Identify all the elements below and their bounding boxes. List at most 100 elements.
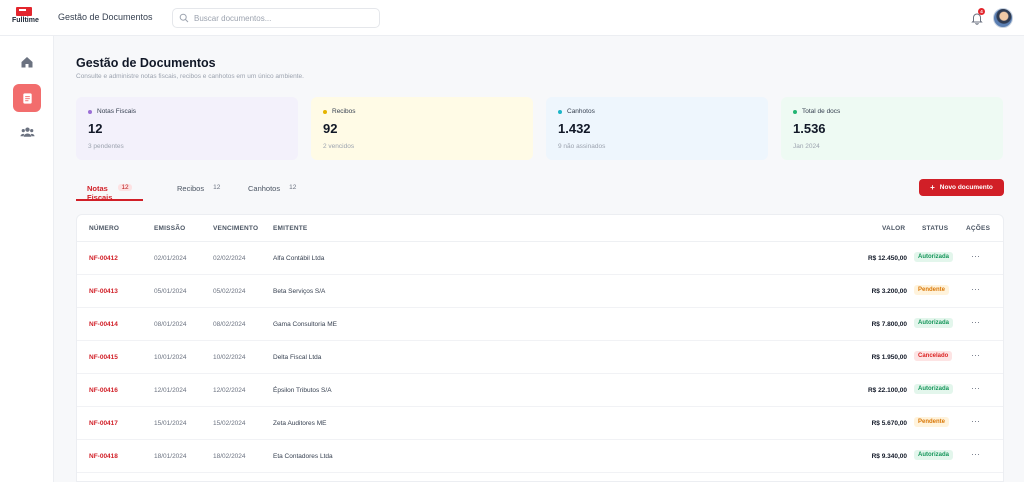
issue-date: 18/01/2024 <box>154 453 187 460</box>
document-number-link[interactable]: NF-00416 <box>89 387 118 394</box>
status-badge: Pendente <box>914 417 950 427</box>
sidebar-item-documents[interactable] <box>13 84 41 112</box>
document-number-link[interactable]: NF-00412 <box>89 255 118 262</box>
tab-notas-fiscais[interactable]: Notas Fiscais 12 <box>76 182 143 202</box>
due-date: 02/02/2024 <box>213 255 246 262</box>
stat-label: Recibos <box>332 108 356 115</box>
search-box[interactable] <box>172 8 380 28</box>
logo-mark-icon <box>16 7 32 16</box>
amount: R$ 7.800,00 <box>871 321 907 328</box>
due-date: 05/02/2024 <box>213 288 246 295</box>
document-number-link[interactable]: NF-00415 <box>89 354 118 361</box>
stat-subtext: 9 não assinados <box>558 143 606 150</box>
status-dot-icon <box>793 109 797 114</box>
due-date: 08/02/2024 <box>213 321 246 328</box>
column-header-valor[interactable]: VALOR <box>882 225 905 232</box>
tab-count-badge: 12 <box>289 184 297 191</box>
status-badge: Autorizada <box>914 252 954 262</box>
issue-date: 08/01/2024 <box>154 321 187 328</box>
issue-date: 12/01/2024 <box>154 387 187 394</box>
amount: R$ 1.950,00 <box>871 354 907 361</box>
document-number-link[interactable]: NF-00418 <box>89 453 118 460</box>
page-subtitle: Consulte e administre notas fiscais, rec… <box>76 73 304 80</box>
search-input[interactable] <box>194 13 374 23</box>
table-row[interactable]: NF-00416 12/01/2024 12/02/2024 Épsilon Trib… <box>77 374 1003 407</box>
amount: R$ 9.340,00 <box>871 453 907 460</box>
stat-card-total: Total de docs 1.536 Jan 2024 <box>781 97 1003 160</box>
stat-subtext: 2 vencidos <box>323 143 355 150</box>
status-badge: Autorizada <box>914 450 954 460</box>
status-badge: Cancelado <box>914 351 953 361</box>
row-actions-menu-icon[interactable]: ··· <box>971 317 980 327</box>
row-actions-menu-icon[interactable]: ··· <box>971 284 980 294</box>
table-row[interactable]: NF-00417 15/01/2024 15/02/2024 Zeta Auditor… <box>77 407 1003 440</box>
column-header-emissao[interactable]: EMISSÃO <box>154 225 185 232</box>
column-header-numero[interactable]: NÚMERO <box>89 225 119 232</box>
stat-value: 1.432 <box>558 121 591 136</box>
issuer-name: Gama Consultoria ME <box>273 321 337 328</box>
document-number-link[interactable]: NF-00414 <box>89 321 118 328</box>
column-header-acoes: AÇÕES <box>966 225 991 232</box>
issuer-name: Alfa Contábil Ltda <box>273 255 325 262</box>
issue-date: 05/01/2024 <box>154 288 187 295</box>
sidebar <box>0 36 54 482</box>
documents-table: NÚMERO EMISSÃO VENCIMENTO EMITENTE VALOR… <box>76 214 1004 482</box>
stat-label: Notas Fiscais <box>97 108 137 115</box>
row-actions-menu-icon[interactable]: ··· <box>971 251 980 261</box>
row-actions-menu-icon[interactable]: ··· <box>971 383 980 393</box>
stat-label: Total de docs <box>802 108 841 115</box>
brand-logo[interactable]: Fulltime <box>12 7 46 29</box>
column-header-vencimento[interactable]: VENCIMENTO <box>213 225 258 232</box>
tab-count-badge: 12 <box>213 184 221 191</box>
document-number-link[interactable]: NF-00417 <box>89 420 118 427</box>
plus-icon: + <box>930 183 935 192</box>
amount: R$ 5.670,00 <box>871 420 907 427</box>
issuer-name: Zeta Auditores ME <box>273 420 327 427</box>
stat-value: 12 <box>88 121 103 136</box>
column-header-status[interactable]: STATUS <box>922 225 948 232</box>
brand-name: Fulltime <box>12 17 39 24</box>
top-bar: Fulltime Gestão de Documentos 4 <box>0 0 1024 36</box>
home-icon <box>21 57 33 68</box>
table-header: NÚMERO EMISSÃO VENCIMENTO EMITENTE VALOR… <box>77 215 1003 242</box>
status-badge: Autorizada <box>914 384 954 394</box>
table-row[interactable]: NF-00413 05/01/2024 05/02/2024 Beta Serviço… <box>77 275 1003 308</box>
due-date: 12/02/2024 <box>213 387 246 394</box>
tab-label: Notas Fiscais <box>87 184 113 202</box>
column-header-emitente[interactable]: EMITENTE <box>273 225 307 232</box>
due-date: 15/02/2024 <box>213 420 246 427</box>
status-dot-icon <box>323 109 327 114</box>
notification-count-badge: 4 <box>978 8 985 15</box>
issuer-name: Beta Serviços S/A <box>273 288 326 295</box>
tab-recibos[interactable]: Recibos 12 <box>177 182 223 201</box>
stat-label: Canhotos <box>567 108 595 115</box>
stat-subtext: Jan 2024 <box>793 143 820 150</box>
app-title: Gestão de Documentos <box>58 12 153 22</box>
row-actions-menu-icon[interactable]: ··· <box>971 449 980 459</box>
amount: R$ 22.100,00 <box>867 387 907 394</box>
table-row[interactable]: NF-00414 08/01/2024 08/02/2024 Gama Consult… <box>77 308 1003 341</box>
row-actions-menu-icon[interactable]: ··· <box>971 350 980 360</box>
stat-subtext: 3 pendentes <box>88 143 124 150</box>
new-document-button[interactable]: + Novo documento <box>919 179 1004 196</box>
tab-count-badge: 12 <box>118 184 132 191</box>
issuer-name: Delta Fiscal Ltda <box>273 354 322 361</box>
table-row[interactable]: NF-00415 10/01/2024 10/02/2024 Delta Fiscal… <box>77 341 1003 374</box>
users-icon <box>19 127 35 137</box>
tab-canhotos[interactable]: Canhotos 12 <box>248 182 299 201</box>
user-avatar[interactable] <box>993 8 1013 28</box>
due-date: 18/02/2024 <box>213 453 246 460</box>
table-row[interactable]: NF-00412 02/01/2024 02/02/2024 Alfa Contábi… <box>77 242 1003 275</box>
table-row[interactable]: NF-00418 18/01/2024 18/02/2024 Eta Contador… <box>77 440 1003 473</box>
row-actions-menu-icon[interactable]: ··· <box>971 416 980 426</box>
sidebar-item-users[interactable] <box>13 118 41 146</box>
stat-card-notas: Notas Fiscais 12 3 pendentes <box>76 97 298 160</box>
stat-card-recibos: Recibos 92 2 vencidos <box>311 97 533 160</box>
sidebar-item-home[interactable] <box>13 48 41 76</box>
document-number-link[interactable]: NF-00413 <box>89 288 118 295</box>
notifications-button[interactable]: 4 <box>970 8 985 25</box>
status-badge: Autorizada <box>914 318 954 328</box>
page-title: Gestão de Documentos <box>76 56 216 70</box>
document-icon <box>22 92 32 104</box>
issue-date: 15/01/2024 <box>154 420 187 427</box>
